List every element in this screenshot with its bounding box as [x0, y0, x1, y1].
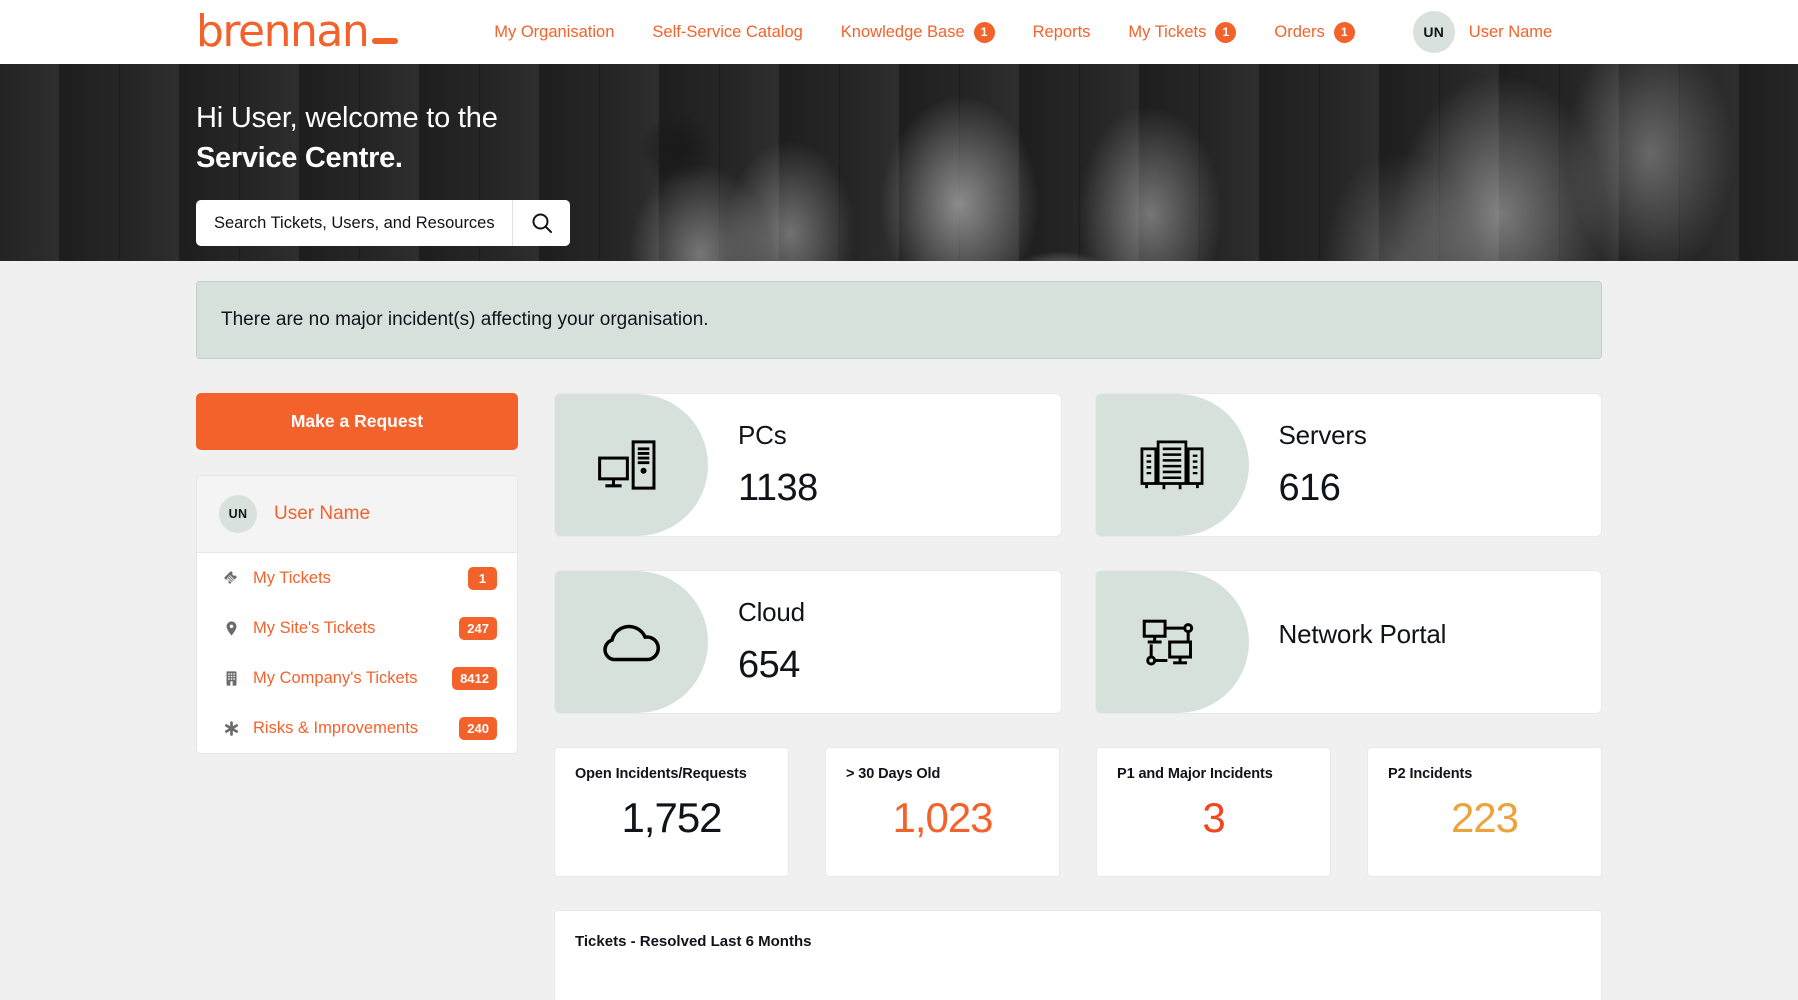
page-body: There are no major incident(s) affecting…	[0, 281, 1798, 1000]
kpi-title: P2 Incidents	[1388, 766, 1581, 782]
building-icon	[219, 669, 243, 688]
dashboard-columns: Make a Request UN User Name	[196, 393, 1602, 1000]
tile-content: PCs 1138	[708, 420, 818, 510]
hero-banner: Hi User, welcome to the Service Centre.	[0, 64, 1798, 261]
brennan-logo[interactable]: brennan	[196, 10, 398, 54]
nav-item-knowledge-base[interactable]: Knowledge Base 1	[841, 22, 995, 43]
nav-item-my-tickets[interactable]: My Tickets 1	[1128, 22, 1236, 43]
network-topology-icon	[1135, 605, 1209, 679]
logo-text: brennan	[196, 10, 368, 54]
search-input[interactable]	[196, 200, 512, 246]
tile-content: Servers 616	[1249, 420, 1367, 510]
sidebar-item-label: Risks & Improvements	[253, 719, 459, 738]
kpi-p2-incidents[interactable]: P2 Incidents 223	[1367, 747, 1602, 877]
nav-label: Self-Service Catalog	[652, 23, 802, 42]
tile-content: Cloud 654	[708, 597, 805, 687]
user-account-menu[interactable]: UN User Name	[1413, 11, 1552, 53]
nav-item-my-organisation[interactable]: My Organisation	[494, 23, 614, 42]
sidebar: Make a Request UN User Name	[196, 393, 518, 1000]
top-navigation-bar: brennan My Organisation Self-Service Cat…	[0, 0, 1798, 64]
avatar: UN	[1413, 11, 1455, 53]
nav-label: My Tickets	[1128, 23, 1206, 42]
nav-badge-knowledge-base: 1	[974, 22, 995, 43]
kpi-tiles: Open Incidents/Requests 1,752 > 30 Days …	[554, 747, 1602, 877]
make-a-request-button[interactable]: Make a Request	[196, 393, 518, 450]
kpi-value: 1,752	[575, 794, 768, 842]
sidebar-item-label: My Site's Tickets	[253, 619, 459, 638]
primary-nav-items: My Organisation Self-Service Catalog Kno…	[494, 22, 1355, 43]
tile-servers[interactable]: Servers 616	[1095, 393, 1603, 537]
tile-icon-backdrop	[555, 394, 708, 536]
kpi-value: 1,023	[846, 794, 1039, 842]
search-icon	[530, 211, 554, 235]
kpi-title: Open Incidents/Requests	[575, 766, 768, 782]
sidebar-user-name: User Name	[274, 503, 370, 525]
nav-label: Knowledge Base	[841, 23, 965, 42]
sidebar-item-my-companys-tickets[interactable]: My Company's Tickets 8412	[197, 653, 517, 703]
nav-label: Reports	[1033, 23, 1091, 42]
ticket-icon	[219, 569, 243, 588]
sidebar-badge-my-companys-tickets: 8412	[452, 667, 497, 690]
tile-icon-backdrop	[1096, 571, 1249, 713]
sidebar-badge-risks-improvements: 240	[459, 717, 497, 740]
nav-item-orders[interactable]: Orders 1	[1274, 22, 1354, 43]
nav-badge-orders: 1	[1334, 22, 1355, 43]
sidebar-item-label: My Tickets	[253, 569, 468, 588]
avatar: UN	[219, 495, 257, 533]
tile-pcs[interactable]: PCs 1138	[554, 393, 1062, 537]
sidebar-item-my-tickets[interactable]: My Tickets 1	[197, 553, 517, 603]
kpi-title: > 30 Days Old	[846, 766, 1039, 782]
kpi-p1-and-major-incidents[interactable]: P1 and Major Incidents 3	[1096, 747, 1331, 877]
location-pin-icon	[219, 619, 243, 638]
tile-title: Servers	[1279, 420, 1367, 451]
nav-label: Orders	[1274, 23, 1324, 42]
desktop-computer-icon	[595, 428, 669, 502]
sidebar-badge-my-sites-tickets: 247	[459, 617, 497, 640]
tile-icon-backdrop	[1096, 394, 1249, 536]
server-rack-icon	[1135, 428, 1209, 502]
sidebar-user-profile[interactable]: UN User Name	[197, 476, 517, 553]
asset-tiles: PCs 1138	[554, 393, 1602, 714]
kpi-value: 223	[1388, 794, 1581, 842]
nav-item-reports[interactable]: Reports	[1033, 23, 1091, 42]
tile-value: 1138	[738, 467, 818, 510]
nav-badge-my-tickets: 1	[1215, 22, 1236, 43]
nav-item-self-service-catalog[interactable]: Self-Service Catalog	[652, 23, 802, 42]
major-incident-banner: There are no major incident(s) affecting…	[196, 281, 1602, 359]
tile-cloud[interactable]: Cloud 654	[554, 570, 1062, 714]
sidebar-item-risks-improvements[interactable]: Risks & Improvements 240	[197, 703, 517, 753]
sidebar-item-my-sites-tickets[interactable]: My Site's Tickets 247	[197, 603, 517, 653]
tile-icon-backdrop	[555, 571, 708, 713]
tickets-resolved-chart-card: Tickets - Resolved Last 6 Months	[554, 910, 1602, 1000]
hero-content: Hi User, welcome to the Service Centre.	[0, 64, 1798, 246]
hero-greeting: Hi User, welcome to the	[196, 102, 498, 134]
nav-label: My Organisation	[494, 23, 614, 42]
tile-content: Network Portal	[1249, 619, 1447, 666]
kpi-open-incidents-requests[interactable]: Open Incidents/Requests 1,752	[554, 747, 789, 877]
tile-title: PCs	[738, 420, 818, 451]
sidebar-item-label: My Company's Tickets	[253, 669, 452, 688]
tile-value: 616	[1279, 467, 1367, 510]
kpi-value: 3	[1117, 794, 1310, 842]
kpi-title: P1 and Major Incidents	[1117, 766, 1310, 782]
hero-heading: Hi User, welcome to the Service Centre.	[196, 104, 1798, 173]
hero-search-bar	[196, 200, 570, 246]
hero-title: Service Centre.	[196, 144, 1798, 173]
alert-message: There are no major incident(s) affecting…	[221, 309, 709, 331]
tile-value: 654	[738, 644, 805, 687]
chart-card-title: Tickets - Resolved Last 6 Months	[575, 933, 1581, 950]
tile-title: Network Portal	[1279, 619, 1447, 650]
asterisk-icon	[219, 719, 243, 738]
search-button[interactable]	[512, 200, 570, 246]
kpi-over-30-days-old[interactable]: > 30 Days Old 1,023	[825, 747, 1060, 877]
sidebar-badge-my-tickets: 1	[468, 567, 497, 590]
user-name-label: User Name	[1469, 23, 1552, 42]
logo-underscore	[372, 38, 398, 44]
main-dashboard: PCs 1138	[554, 393, 1602, 1000]
cloud-icon	[592, 602, 672, 682]
tile-network-portal[interactable]: Network Portal	[1095, 570, 1603, 714]
sidebar-card: UN User Name My Tickets 1	[196, 475, 518, 754]
tile-title: Cloud	[738, 597, 805, 628]
